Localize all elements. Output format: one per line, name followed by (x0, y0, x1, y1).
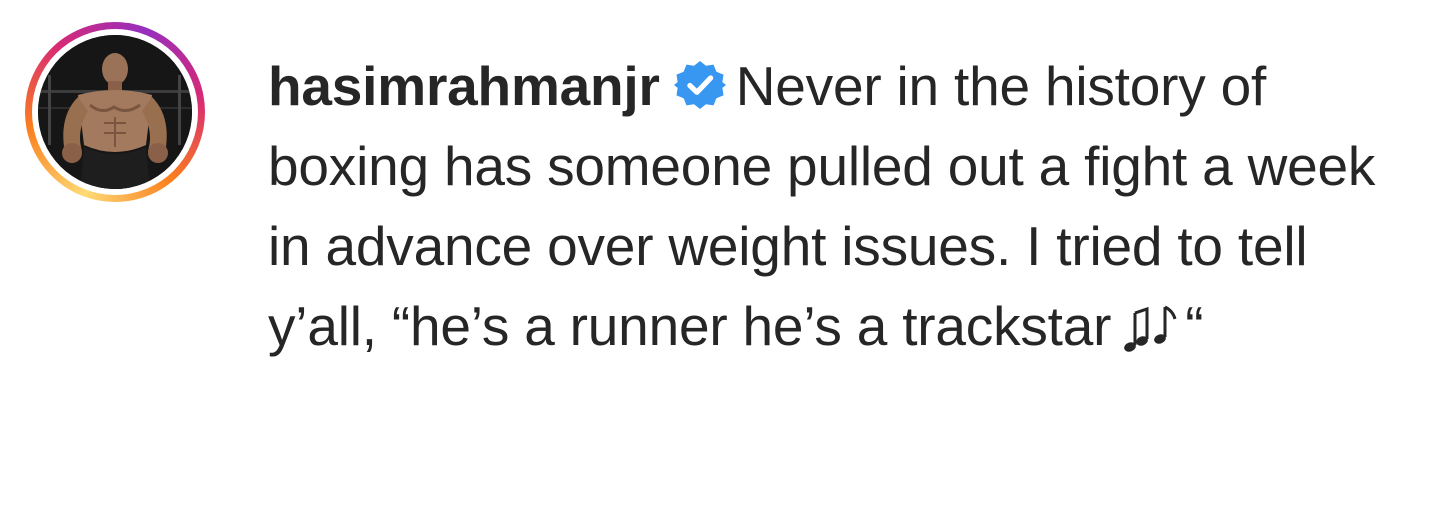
music-notes-icon (1124, 305, 1177, 352)
avatar[interactable] (38, 35, 192, 189)
post-caption-container: hasimrahmanjr Never in the history of box… (0, 0, 1440, 510)
post-caption: hasimrahmanjr Never in the history of box… (268, 46, 1378, 366)
avatar-frame (32, 29, 198, 195)
avatar-image (38, 35, 192, 189)
closing-quote: “ (1185, 295, 1204, 357)
story-ring[interactable] (25, 22, 205, 202)
verified-badge-icon (673, 60, 726, 110)
username-link[interactable]: hasimrahmanjr (268, 55, 660, 117)
